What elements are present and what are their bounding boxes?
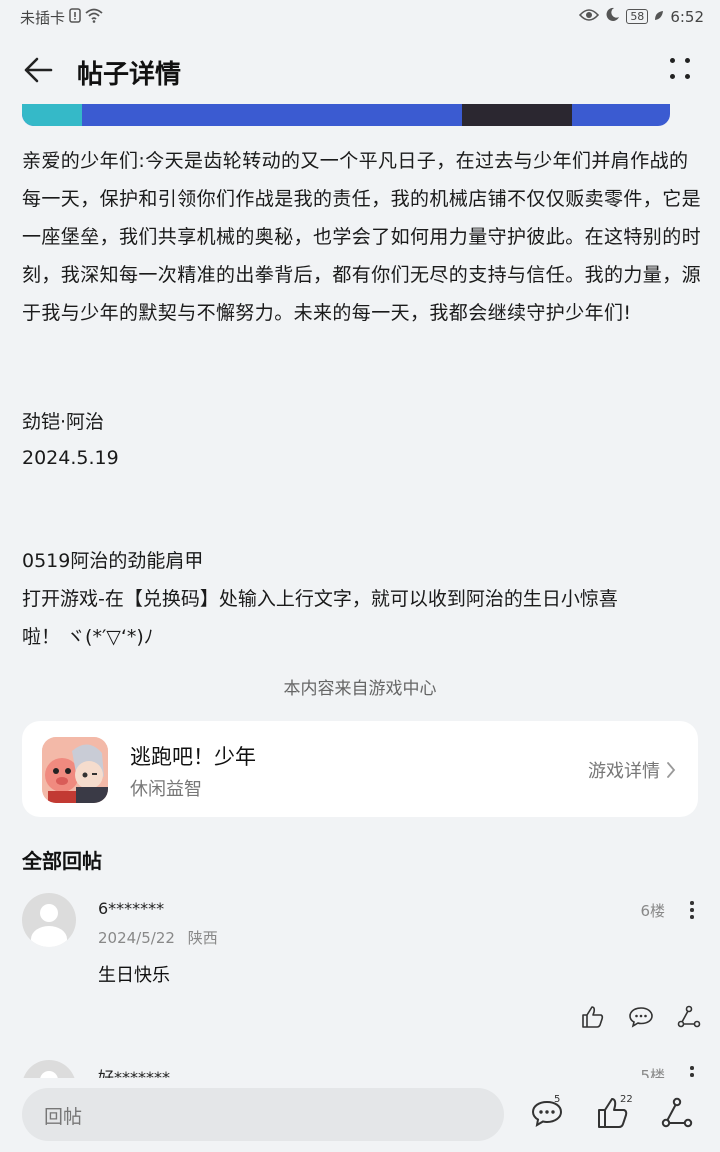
share-button[interactable]	[660, 1096, 696, 1132]
reply-item: 好******* 5楼	[0, 1058, 720, 1078]
post-date: 2024.5.19	[22, 447, 119, 469]
share-icon[interactable]	[676, 1004, 702, 1030]
reply-input[interactable]: 回帖	[22, 1088, 504, 1141]
avatar[interactable]	[22, 893, 76, 947]
reply-input-placeholder: 回帖	[44, 1106, 83, 1128]
game-card[interactable]: 逃跑吧！少年 休闲益智 游戏详情	[22, 721, 698, 817]
reply-more-button[interactable]	[688, 1066, 696, 1078]
reply-text: 生日快乐	[98, 965, 170, 986]
game-detail-label: 游戏详情	[588, 761, 660, 782]
moon-icon	[605, 7, 620, 26]
game-app-icon	[42, 737, 108, 803]
back-arrow-icon	[24, 57, 53, 83]
reply-meta: 2024/5/22 陕西	[98, 927, 218, 948]
chevron-right-icon	[667, 762, 676, 778]
app-header: 帖子详情	[0, 34, 720, 106]
reply-more-button[interactable]	[688, 901, 696, 921]
reply-username[interactable]: 6*******	[98, 899, 164, 918]
wifi-icon	[85, 8, 103, 27]
comment-count: 5	[554, 1094, 561, 1105]
leaf-icon	[654, 8, 664, 26]
reply-username[interactable]: 好*******	[98, 1064, 170, 1078]
carrier-text: 未插卡	[20, 9, 66, 27]
reply-floor: 6楼	[640, 902, 665, 920]
back-button[interactable]	[16, 52, 60, 88]
share-icon	[661, 1097, 693, 1128]
status-left: 未插卡	[20, 7, 103, 28]
like-count: 22	[620, 1094, 633, 1105]
redeem-instruction-tail: 啦！ ヾ(*′▽‘*)ﾉ	[22, 626, 154, 648]
reply-location: 陕西	[187, 929, 218, 947]
redeem-code-text: 0519阿治的劲能肩甲	[22, 550, 204, 572]
source-note: 本内容来自游戏中心	[283, 679, 437, 699]
comment-icon[interactable]	[628, 1004, 654, 1030]
status-bar: 未插卡 58 6:52	[0, 0, 720, 34]
battery-level: 58	[626, 9, 649, 24]
more-options-button[interactable]	[664, 54, 700, 86]
game-detail-link[interactable]: 游戏详情	[588, 757, 676, 783]
bottom-action-bar: 回帖 5 22	[0, 1078, 720, 1152]
game-name: 逃跑吧！少年	[130, 745, 256, 769]
sim-alert-icon	[69, 8, 81, 27]
clock-text: 6:52	[670, 7, 704, 26]
post-body-text: 亲爱的少年们:今天是齿轮转动的又一个平凡日子，在过去与少年们并肩作战的每一天，保…	[22, 150, 702, 324]
reply-actions	[580, 1004, 702, 1030]
avatar[interactable]	[22, 1060, 76, 1078]
comments-button[interactable]: 5	[530, 1094, 566, 1132]
eye-comfort-icon	[579, 8, 600, 26]
like-button[interactable]: 22	[596, 1094, 633, 1132]
post-body: 亲爱的少年们:今天是齿轮转动的又一个平凡日子，在过去与少年们并肩作战的每一天，保…	[22, 142, 702, 332]
game-category: 休闲益智	[130, 779, 202, 800]
status-right: 58 6:52	[579, 7, 704, 26]
post-signature: 劲铠·阿治	[22, 411, 105, 433]
like-icon[interactable]	[580, 1004, 606, 1030]
reply-date: 2024/5/22	[98, 929, 175, 947]
replies-section-title: 全部回帖	[22, 849, 102, 873]
reply-floor: 5楼	[640, 1067, 665, 1078]
redeem-instruction: 打开游戏-在【兑换码】处输入上行文字，就可以收到阿治的生日小惊喜	[22, 588, 618, 610]
page-title: 帖子详情	[77, 60, 182, 90]
post-banner-image	[22, 104, 670, 126]
